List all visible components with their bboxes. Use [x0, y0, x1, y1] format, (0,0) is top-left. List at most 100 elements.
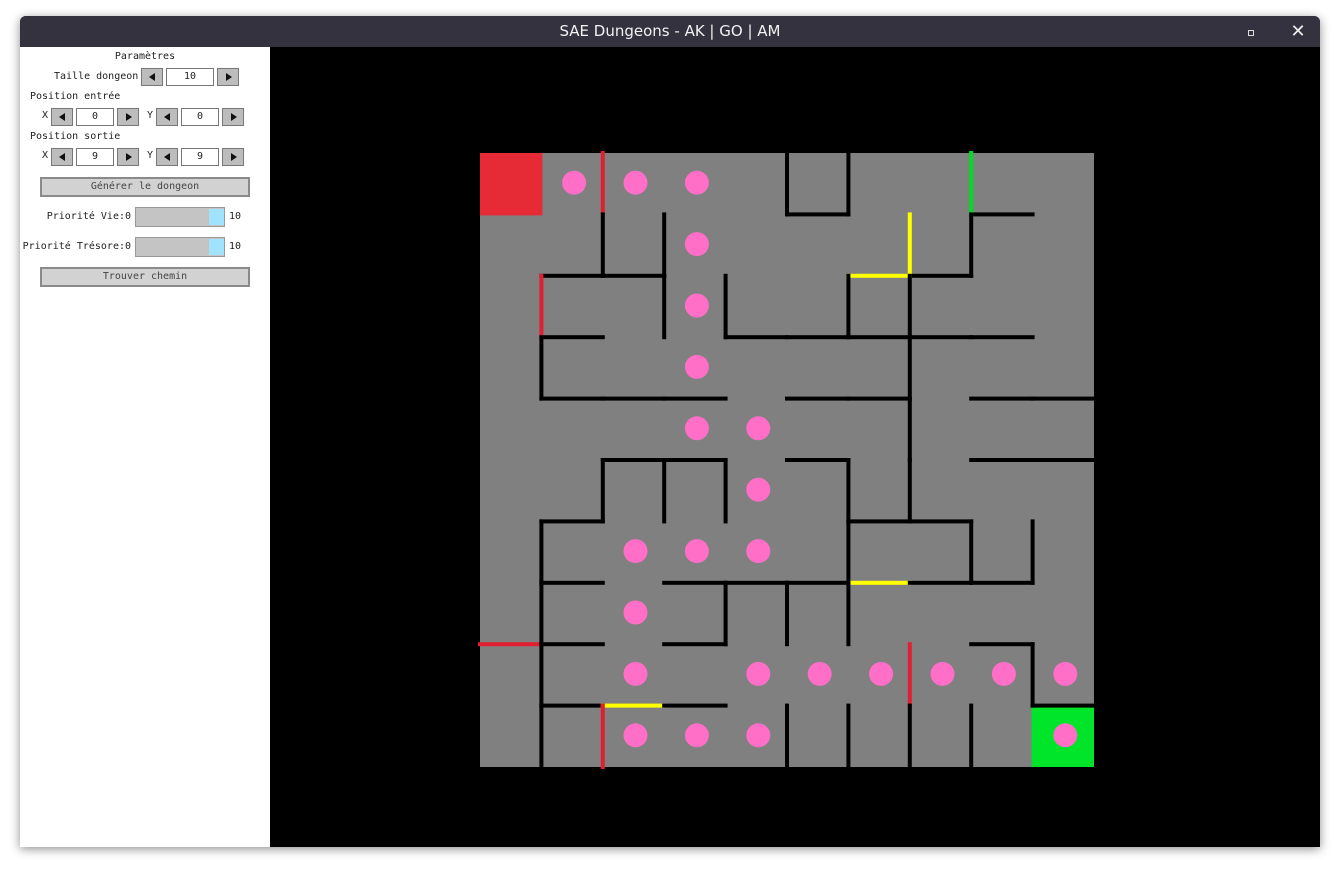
wall	[969, 642, 1035, 647]
wall	[600, 212, 605, 278]
entry-x-increment-button[interactable]	[117, 108, 139, 126]
wall	[662, 458, 667, 524]
app-window: SAE Dungeons - AK | GO | AM ✕ Paramètres…	[20, 16, 1320, 847]
wall	[1030, 396, 1096, 401]
entry-label: Position entrée	[30, 91, 121, 102]
wall	[539, 580, 605, 585]
find-path-button[interactable]: Trouver chemin	[40, 267, 250, 287]
exit-y-decrement-button[interactable]	[156, 148, 178, 166]
path-marker	[746, 723, 771, 748]
wall	[785, 580, 789, 647]
wall	[1030, 458, 1096, 462]
wall	[662, 273, 667, 340]
wall	[662, 642, 728, 647]
maximize-button[interactable]	[1239, 20, 1263, 44]
wall	[662, 703, 728, 708]
wall	[539, 703, 605, 708]
parameters-panel: Paramètres Taille dongeon 10 Position en…	[20, 47, 270, 847]
treasure-slider-thumb[interactable]	[209, 239, 224, 255]
monster-door	[600, 703, 605, 769]
close-button[interactable]: ✕	[1286, 20, 1310, 44]
path-marker	[807, 661, 832, 686]
treasure-door	[600, 703, 667, 708]
wall	[969, 212, 974, 278]
path-marker	[684, 354, 709, 379]
treasure-priority-slider[interactable]	[135, 237, 225, 257]
exit-x-field[interactable]: 9	[76, 148, 114, 166]
wall	[785, 335, 851, 340]
size-label: Taille dongeon	[54, 71, 139, 82]
wall	[539, 396, 605, 401]
wall	[907, 519, 974, 524]
entry-y-label: Y	[147, 110, 154, 121]
exit-y-field[interactable]: 9	[181, 148, 219, 166]
path-marker	[684, 232, 709, 257]
life-priority-slider[interactable]	[135, 207, 225, 227]
wall	[539, 335, 544, 401]
wall	[539, 519, 544, 585]
size-field[interactable]: 10	[166, 68, 214, 86]
treasure-door	[846, 273, 912, 278]
path-marker	[930, 661, 955, 686]
path-marker	[684, 170, 709, 195]
path-marker	[746, 477, 771, 502]
wall	[846, 151, 851, 217]
path-marker	[623, 723, 648, 748]
entry-cell	[480, 153, 543, 216]
maximize-icon	[1248, 29, 1254, 36]
window-title: SAE Dungeons - AK | GO | AM	[559, 22, 781, 40]
wall	[969, 458, 1035, 462]
wall	[907, 273, 912, 340]
exit-x-decrement-button[interactable]	[51, 148, 73, 166]
wall	[785, 458, 851, 462]
path-marker	[746, 661, 771, 686]
wall	[1030, 642, 1035, 708]
wall	[907, 335, 912, 401]
wall	[969, 396, 1035, 401]
entry-y-field[interactable]: 0	[181, 108, 219, 126]
wall	[539, 273, 605, 278]
wall	[907, 580, 974, 585]
entry-x-field[interactable]: 0	[76, 108, 114, 126]
path-marker	[684, 723, 709, 748]
exit-x-increment-button[interactable]	[117, 148, 139, 166]
title-bar[interactable]: SAE Dungeons - AK | GO | AM ✕	[20, 16, 1320, 47]
monster-door	[600, 151, 605, 217]
path-marker	[562, 170, 587, 195]
wall	[539, 580, 544, 647]
path-marker	[746, 539, 771, 564]
path-marker	[1053, 661, 1078, 686]
close-icon: ✕	[1290, 21, 1306, 42]
life-slider-thumb[interactable]	[209, 209, 224, 225]
wall	[723, 580, 728, 647]
path-marker	[623, 539, 648, 564]
path-marker	[623, 170, 648, 195]
exit-label: Position sortie	[30, 131, 121, 142]
wall	[846, 580, 851, 647]
path-marker	[746, 416, 771, 441]
life-priority-label: Priorité Vie:	[46, 211, 125, 222]
path-marker	[991, 661, 1016, 686]
entry-x-decrement-button[interactable]	[51, 108, 73, 126]
wall	[723, 273, 728, 340]
size-decrement-button[interactable]	[141, 68, 163, 86]
life-slider-max: 10	[229, 211, 242, 222]
exit-y-label: Y	[147, 150, 154, 161]
wall	[969, 580, 1035, 585]
entry-y-decrement-button[interactable]	[156, 108, 178, 126]
treasure-slider-min: 0	[125, 241, 132, 252]
wall	[539, 642, 605, 647]
size-increment-button[interactable]	[217, 68, 239, 86]
wall	[600, 396, 667, 401]
exit-x-label: X	[42, 150, 49, 161]
wall	[662, 396, 728, 401]
wall	[907, 335, 974, 340]
wall	[1030, 519, 1035, 585]
generate-dungeon-button[interactable]: Générer le dongeon	[40, 177, 250, 197]
entry-y-increment-button[interactable]	[222, 108, 244, 126]
wall	[600, 458, 605, 524]
wall	[907, 396, 912, 462]
wall	[662, 580, 728, 585]
exit-y-increment-button[interactable]	[222, 148, 244, 166]
monster-door	[907, 642, 912, 708]
